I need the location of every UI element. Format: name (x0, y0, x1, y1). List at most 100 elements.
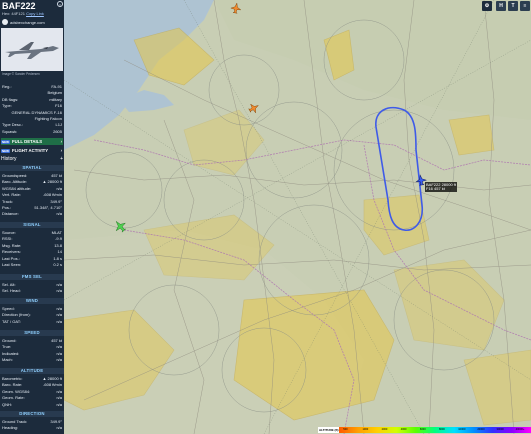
adsbexchange-logo-icon (2, 19, 8, 25)
legend-unit: ALTITUDE (ft) (318, 427, 340, 433)
spatial-key: WGS84 altitude: (2, 185, 32, 191)
detail-value: Belgium (47, 90, 62, 96)
detail-row: Reg.: FA-91 (2, 84, 62, 89)
detail-row: Belgium (2, 90, 62, 95)
altitude-row: Baro. Rate: -608 ft/min (2, 382, 62, 387)
photo-credit: Image © Sander Pedersen (2, 72, 40, 76)
speed-row: Ground: 457 kt (2, 338, 62, 343)
spatial-row: Distance: n/a (2, 211, 62, 216)
spatial-row: WGS84 altitude: n/a (2, 186, 62, 191)
direction-key: Heading: (2, 425, 19, 431)
section-speed: SPEED (0, 330, 64, 336)
history-label: History (1, 156, 17, 162)
detail-key: Type: (2, 103, 12, 109)
spatial-value: ▲ 28000 ft (42, 179, 62, 185)
wind-key: Speed: (2, 306, 15, 311)
speed-key: Indicated: (2, 350, 20, 356)
speed-row: Indicated: n/a (2, 351, 62, 356)
map-view[interactable]: BAF222 28000 ft F16 457 kt H T ≡ ⚙ ALTIT… (64, 0, 531, 434)
section-signal: SIGNAL (0, 222, 64, 228)
home-button[interactable]: H (496, 1, 506, 11)
altitude-value: n/a (56, 395, 62, 401)
spatial-row: Groundspeed: 457 kt (2, 173, 62, 178)
close-panel-button[interactable]: × (57, 1, 63, 7)
speed-row: True: n/a (2, 344, 62, 349)
speed-value: n/a (56, 350, 62, 356)
full-details-label: FULL DETAILS (12, 139, 43, 144)
wind-row: Direction (from): n/a (2, 312, 62, 317)
direction-row: Ground Track: 349.9° (2, 419, 62, 424)
plus-icon: + (60, 156, 63, 162)
signal-key: Msg. Rate: (2, 242, 22, 248)
aircraft-photo[interactable] (1, 28, 63, 71)
source-label: adsbexchange.com (10, 19, 45, 25)
detail-value: 2605 (53, 128, 62, 134)
detail-value: Fighting Falcon (34, 116, 62, 121)
signal-key: Last Pos.: (2, 255, 20, 261)
spatial-key: Pos.: (2, 205, 12, 210)
legend-tick: 40000+ (515, 428, 525, 431)
legend-tick: 2000 (381, 428, 388, 431)
new-badge-2: NEW (1, 148, 10, 153)
settings-gear-icon[interactable]: ⚙ (482, 1, 492, 11)
altitude-key: Baro. Rate: (2, 382, 23, 388)
hex-line: Hex: 44F121 Copy Link (2, 11, 44, 16)
detail-value: FA-91 (51, 84, 62, 89)
detail-row: DB flags: military (2, 97, 62, 102)
speed-row: Mach: n/a (2, 357, 62, 362)
copy-link-button[interactable]: Copy Link (26, 11, 44, 16)
full-details-button[interactable]: NEW FULL DETAILS › (1, 138, 63, 145)
altitude-value: n/a (56, 401, 62, 407)
detail-row: Type: F16 (2, 103, 62, 108)
spatial-key: Baro. Altitude: (2, 179, 27, 185)
detail-key: DB flags: (2, 96, 19, 102)
signal-key: RSSI: (2, 236, 13, 242)
altitude-value: -608 ft/min (43, 382, 62, 388)
wind-row: TAT / OAT: n/a (2, 319, 62, 324)
source-link[interactable]: adsbexchange.com (2, 18, 45, 26)
altitude-key: Geom. Rate: (2, 395, 25, 401)
detail-key: Reg.: (2, 84, 12, 89)
legend-tick: 20000 (477, 428, 485, 431)
speed-key: True: (2, 344, 12, 350)
detail-value: F16 (55, 103, 62, 109)
spatial-value: 457 kt (51, 173, 62, 178)
detail-value: GENERAL DYNAMICS F-16 (11, 109, 62, 115)
signal-key: Last Seen: (2, 262, 22, 267)
detail-key: Squawk: (2, 128, 18, 134)
direction-row: Heading: n/a (2, 425, 62, 430)
altitude-row: QNH: n/a (2, 402, 62, 407)
history-toggle[interactable]: History + (1, 156, 63, 162)
hex-label: Hex: (2, 11, 11, 16)
wind-key: Direction (from): (2, 312, 31, 318)
legend-tick: 6000 (419, 428, 426, 431)
chevron-right-icon-2: › (60, 148, 62, 153)
signal-row: RSSI: -9.9 (2, 236, 62, 241)
altitude-legend: ALTITUDE (ft) 500 1000 2000 4000 6000 8000 100… (318, 427, 531, 433)
speed-key: Mach: (2, 357, 13, 363)
spatial-key: Vert. Rate: (2, 192, 21, 198)
signal-key: Receivers: (2, 249, 21, 255)
spatial-row: Vert. Rate: -608 ft/min (2, 192, 62, 197)
altitude-value: n/a (56, 388, 62, 394)
flight-activity-button[interactable]: NEW FLIGHT ACTIVITY › (1, 147, 63, 154)
detail-value: L1J (55, 122, 62, 128)
section-direction: DIRECTION (0, 411, 64, 417)
altitude-key: QNH: (2, 401, 12, 407)
altitude-key: Geom. WGS84: (2, 388, 31, 394)
fms-key: Sel. Alt: (2, 282, 16, 287)
spatial-value: n/a (56, 211, 62, 217)
signal-value: 13.8 (54, 242, 62, 248)
section-altitude: ALTITUDE (0, 368, 64, 374)
signal-value: 1.8 s (53, 255, 62, 261)
legend-tick: 1000 (362, 428, 369, 431)
section-fms-sel: FMS SEL (0, 274, 64, 280)
wind-value: n/a (56, 318, 62, 324)
signal-row: Msg. Rate: 13.8 (2, 243, 62, 248)
spatial-value: 349.9° (50, 198, 62, 204)
menu-button[interactable]: ≡ (520, 1, 530, 11)
toggle-table-button[interactable]: T (508, 1, 518, 11)
altitude-value: ▲ 28000 ft (42, 376, 62, 381)
map-canvas[interactable] (64, 0, 531, 434)
detail-row: GENERAL DYNAMICS F-16 (2, 110, 62, 115)
